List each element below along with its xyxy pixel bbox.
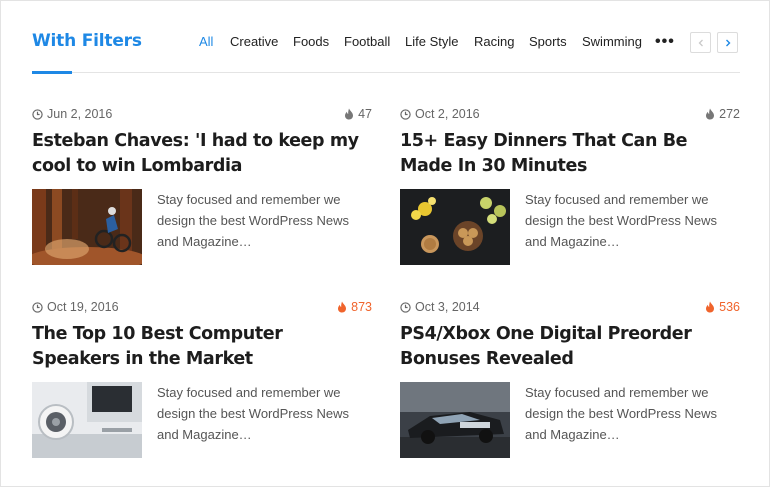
- filter-tab-creative[interactable]: Creative: [230, 34, 278, 49]
- clock-icon: [400, 301, 411, 313]
- view-count: 536: [719, 300, 740, 314]
- racing-car-image: [400, 382, 510, 458]
- mountain-biker-image: [32, 189, 142, 265]
- filter-tab-life-style[interactable]: Life Style: [405, 34, 458, 49]
- filter-tab-swimming[interactable]: Swimming: [582, 34, 642, 49]
- flame-icon: [706, 301, 715, 313]
- header-accent-bar: [32, 71, 72, 74]
- speaker-desk-image: [32, 382, 142, 458]
- post-card: Oct 19, 2016 873 The Top 10 Best Compute…: [32, 300, 372, 458]
- filter-tab-sports[interactable]: Sports: [529, 34, 567, 49]
- post-card: Jun 2, 2016 47 Esteban Chaves: 'I had to…: [32, 107, 372, 265]
- post-date: Oct 2, 2016: [415, 107, 480, 121]
- post-thumbnail[interactable]: [400, 382, 510, 458]
- post-excerpt: Stay focused and remember we design the …: [157, 385, 349, 442]
- filter-tab-football[interactable]: Football: [344, 34, 390, 49]
- more-filters-button[interactable]: •••: [655, 33, 675, 51]
- filter-tab-foods[interactable]: Foods: [293, 34, 329, 49]
- post-date: Oct 3, 2014: [415, 300, 480, 314]
- post-title-link[interactable]: The Top 10 Best Computer Speakers in the…: [32, 322, 372, 372]
- filter-tab-racing[interactable]: Racing: [474, 34, 514, 49]
- view-count: 47: [358, 107, 372, 121]
- post-card: Oct 2, 2016 272 15+ Easy Dinners That Ca…: [400, 107, 740, 265]
- chevron-left-icon: [698, 39, 703, 46]
- cookies-flowers-image: [400, 189, 510, 265]
- post-thumbnail[interactable]: [32, 189, 142, 265]
- view-count: 272: [719, 107, 740, 121]
- post-title-link[interactable]: 15+ Easy Dinners That Can Be Made In 30 …: [400, 129, 740, 179]
- next-page-button[interactable]: [717, 32, 738, 53]
- post-thumbnail[interactable]: [400, 189, 510, 265]
- flame-icon: [338, 301, 347, 313]
- post-date: Oct 19, 2016: [47, 300, 119, 314]
- prev-page-button[interactable]: [690, 32, 711, 53]
- post-title-link[interactable]: Esteban Chaves: 'I had to keep my cool t…: [32, 129, 372, 179]
- post-card: Oct 3, 2014 536 PS4/Xbox One Digital Pre…: [400, 300, 740, 458]
- block-title: With Filters: [32, 31, 142, 51]
- flame-icon: [345, 108, 354, 120]
- post-block: With Filters All Creative Foods Football…: [0, 0, 770, 487]
- flame-icon: [706, 108, 715, 120]
- chevron-right-icon: [725, 39, 730, 46]
- view-count: 873: [351, 300, 372, 314]
- post-title-link[interactable]: PS4/Xbox One Digital Preorder Bonuses Re…: [400, 322, 740, 372]
- post-excerpt: Stay focused and remember we design the …: [157, 192, 349, 249]
- clock-icon: [32, 108, 43, 120]
- header-divider: [32, 72, 740, 73]
- post-date: Jun 2, 2016: [47, 107, 113, 121]
- post-excerpt: Stay focused and remember we design the …: [525, 385, 717, 442]
- clock-icon: [400, 108, 411, 120]
- post-excerpt: Stay focused and remember we design the …: [525, 192, 717, 249]
- filter-tab-all[interactable]: All: [199, 34, 213, 49]
- post-thumbnail[interactable]: [32, 382, 142, 458]
- clock-icon: [32, 301, 43, 313]
